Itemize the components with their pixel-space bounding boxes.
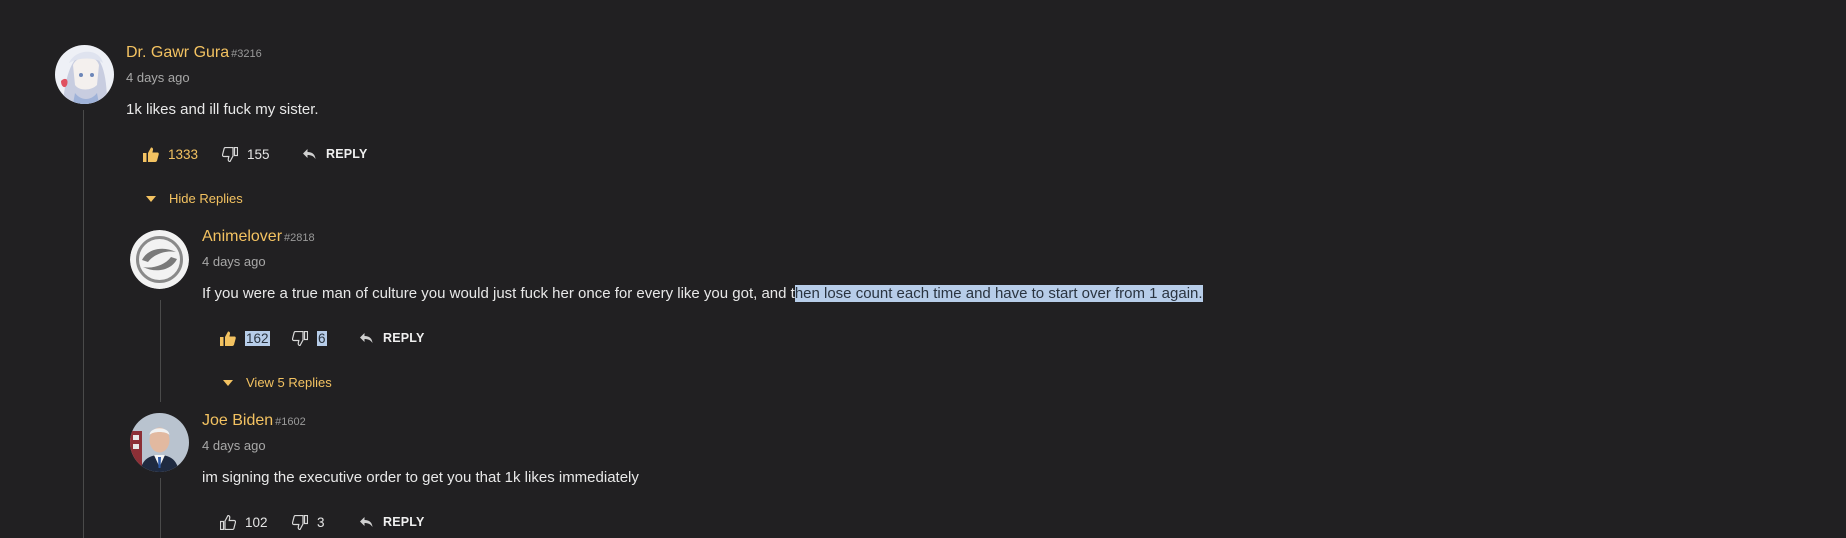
view-replies-toggle[interactable]: View 5 Replies bbox=[223, 375, 332, 390]
reply-button[interactable]: REPLY bbox=[359, 331, 425, 345]
comment-text: im signing the executive order to get yo… bbox=[202, 469, 639, 486]
dislike-count: 6 bbox=[317, 331, 327, 346]
like-count: 102 bbox=[245, 515, 268, 530]
reply-arrow-icon bbox=[303, 149, 316, 159]
dislike-count: 3 bbox=[317, 515, 325, 530]
avatar[interactable] bbox=[130, 413, 189, 472]
author-name[interactable]: Dr. Gawr Gura bbox=[126, 44, 229, 61]
thread-line bbox=[160, 300, 161, 402]
comment-timestamp: 4 days ago bbox=[126, 70, 190, 85]
thumbs-down-icon bbox=[292, 515, 308, 530]
reply-arrow-icon bbox=[360, 333, 373, 343]
like-button[interactable]: 102 bbox=[220, 515, 268, 530]
author-user-id: #3216 bbox=[231, 48, 262, 60]
like-count: 162 bbox=[245, 331, 270, 346]
dislike-count: 155 bbox=[247, 147, 270, 162]
like-button[interactable]: 162 bbox=[220, 331, 270, 346]
like-button[interactable]: 1333 bbox=[143, 147, 198, 162]
comment-timestamp: 4 days ago bbox=[202, 254, 266, 269]
comment-text: If you were a true man of culture you wo… bbox=[202, 285, 1203, 302]
reply-label: REPLY bbox=[326, 147, 368, 161]
toggle-replies-label: Hide Replies bbox=[169, 191, 243, 206]
thumbs-down-icon bbox=[222, 147, 238, 162]
comment-text: 1k likes and ill fuck my sister. bbox=[126, 101, 319, 118]
thumbs-up-icon bbox=[143, 147, 159, 162]
comment-author[interactable]: Dr. Gawr Gura #3216 bbox=[126, 44, 262, 62]
reply-label: REPLY bbox=[383, 331, 425, 345]
author-user-id: #1602 bbox=[275, 416, 306, 428]
comment-text-unselected: If you were a true man of culture you wo… bbox=[202, 285, 795, 302]
comment-text-selected: hen lose count each time and have to sta… bbox=[794, 285, 1203, 302]
thread-line bbox=[83, 110, 84, 538]
avatar[interactable] bbox=[55, 45, 114, 104]
comment-author[interactable]: Joe Biden #1602 bbox=[202, 412, 306, 430]
avatar[interactable] bbox=[130, 230, 189, 289]
reply-button[interactable]: REPLY bbox=[302, 147, 368, 161]
comment-author[interactable]: Animelover #2818 bbox=[202, 228, 315, 246]
author-name[interactable]: Joe Biden bbox=[202, 412, 273, 429]
comment-thread: Dr. Gawr Gura #3216 4 days ago 1k likes a… bbox=[0, 0, 1846, 538]
reply-arrow-icon bbox=[360, 517, 373, 527]
comment-timestamp: 4 days ago bbox=[202, 438, 266, 453]
thumbs-down-icon bbox=[292, 331, 308, 346]
reply-label: REPLY bbox=[383, 515, 425, 529]
author-name[interactable]: Animelover bbox=[202, 228, 282, 245]
thread-line bbox=[160, 478, 161, 538]
thumbs-up-icon bbox=[220, 515, 236, 530]
caret-down-icon bbox=[223, 379, 233, 386]
dislike-button[interactable]: 3 bbox=[292, 515, 325, 530]
like-count: 1333 bbox=[168, 147, 199, 162]
toggle-replies-label: View 5 Replies bbox=[246, 375, 332, 390]
author-user-id: #2818 bbox=[284, 232, 315, 244]
hide-replies-toggle[interactable]: Hide Replies bbox=[146, 191, 243, 206]
dislike-button[interactable]: 6 bbox=[292, 331, 327, 346]
thumbs-up-icon bbox=[220, 331, 236, 346]
caret-down-icon bbox=[146, 195, 156, 202]
dislike-button[interactable]: 155 bbox=[222, 147, 270, 162]
reply-button[interactable]: REPLY bbox=[359, 515, 425, 529]
